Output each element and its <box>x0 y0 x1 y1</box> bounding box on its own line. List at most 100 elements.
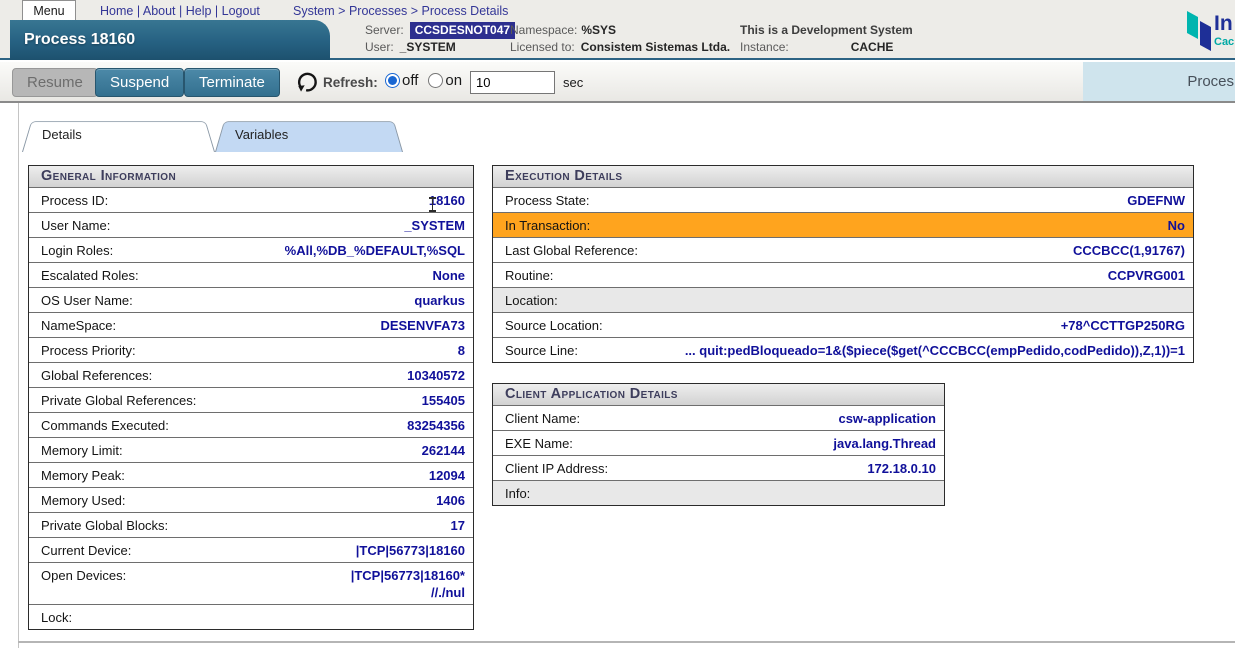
table-row: Open Devices:|TCP|56773|18160*//./nul <box>29 562 473 604</box>
table-row: OS User Name:quarkus <box>29 287 473 312</box>
row-label: Source Line: <box>505 342 578 359</box>
suspend-button[interactable]: Suspend <box>95 68 184 97</box>
namespace-label: Namespace: <box>510 22 577 39</box>
row-label: OS User Name: <box>41 292 133 309</box>
intersystems-cache-logo: In Cac <box>1185 6 1235 56</box>
refresh-interval-input[interactable] <box>470 71 555 94</box>
row-value: DESENVFA73 <box>380 317 465 334</box>
table-row: Info: <box>493 480 944 505</box>
breadcrumb-link[interactable]: System <box>293 4 335 18</box>
separator: > <box>407 4 421 18</box>
row-label: Process State: <box>505 192 590 209</box>
menu-button[interactable]: Menu <box>22 0 76 22</box>
row-label: Login Roles: <box>41 242 113 259</box>
row-label: Escalated Roles: <box>41 267 139 284</box>
table-row: Client Name: csw-application <box>493 405 944 430</box>
tab-details-label: Details <box>22 118 215 142</box>
client-application-details-title: Client Application Details <box>493 384 944 405</box>
server-label: Server: <box>365 22 404 39</box>
table-row: NameSpace: DESENVFA73 <box>29 312 473 337</box>
instance-label: Instance: <box>740 39 789 56</box>
table-row: Source Line: ... quit:pedBloqueado=1&($pi… <box>493 337 1193 362</box>
table-row: Process Priority:8 <box>29 337 473 362</box>
table-row: Escalated Roles: None <box>29 262 473 287</box>
row-label: Location: <box>505 292 558 309</box>
refresh-label: Refresh: <box>323 75 378 90</box>
nav-link[interactable]: Help <box>186 4 212 18</box>
refresh-on-label: on <box>445 72 462 89</box>
refresh-off-radio[interactable] <box>385 73 400 88</box>
row-label: In Transaction: <box>505 217 590 234</box>
table-row: Last Global Reference:CCCBCC(1,91767) <box>493 237 1193 262</box>
client-application-details-rows: Client Name:csw-applicationEXE Name:java… <box>493 405 944 505</box>
resume-button[interactable]: Resume <box>12 68 98 97</box>
table-row: Global References:10340572 <box>29 362 473 387</box>
row-label: User Name: <box>41 217 110 234</box>
table-row: Memory Limit:262144 <box>29 437 473 462</box>
row-label: Private Global Blocks: <box>41 517 168 534</box>
row-value: 1406 <box>436 492 465 509</box>
separator: | <box>133 4 143 18</box>
right-panel-title: Proces <box>1083 62 1235 101</box>
row-value: 8 <box>458 342 465 359</box>
table-row: Private Global References: 155405 <box>29 387 473 412</box>
refresh-icon[interactable] <box>296 71 318 93</box>
namespace-info-column: Namespace: %SYS Licensed to: Consistem S… <box>510 22 730 56</box>
row-label: Open Devices: <box>41 567 126 584</box>
row-value: 12094 <box>429 467 465 484</box>
row-value: 10340572 <box>407 367 465 384</box>
row-value: 172.18.0.10 <box>867 460 936 477</box>
logo-text-top: In <box>1214 12 1233 36</box>
breadcrumb-link[interactable]: Processes <box>349 4 407 18</box>
nav-link[interactable]: Logout <box>222 4 260 18</box>
row-value: 17 <box>451 517 465 534</box>
execution-details-panel: Execution Details Process State:GDEFNWIn… <box>492 165 1194 363</box>
row-label: Client IP Address: <box>505 460 608 477</box>
refresh-unit-label: sec <box>563 75 583 90</box>
tab-strip: Details Variables <box>22 118 403 152</box>
row-value: csw-application <box>838 410 936 427</box>
development-system-note: This is a Development System <box>740 22 913 39</box>
refresh-on-radio[interactable] <box>428 73 443 88</box>
breadcrumb-link[interactable]: Process Details <box>422 4 509 18</box>
user-label: User: <box>365 39 394 56</box>
row-label: Current Device: <box>41 542 131 559</box>
nav-link[interactable]: About <box>143 4 176 18</box>
logo-icon <box>1185 8 1213 54</box>
row-value: CCCBCC(1,91767) <box>1073 242 1185 259</box>
row-label: EXE Name: <box>505 435 573 452</box>
row-value: _SYSTEM <box>404 217 465 234</box>
table-row: Location: <box>493 287 1193 312</box>
refresh-radio-group: off on <box>385 72 462 89</box>
table-row: Memory Peak:12094 <box>29 462 473 487</box>
row-value: |TCP|56773|18160 <box>356 542 465 559</box>
tab-details[interactable]: Details <box>22 118 215 152</box>
row-value: CCPVRG001 <box>1108 267 1185 284</box>
separator: | <box>211 4 221 18</box>
terminate-button[interactable]: Terminate <box>184 68 280 97</box>
tab-variables-label: Variables <box>215 118 403 142</box>
table-row: Memory Used:1406 <box>29 487 473 512</box>
table-row: Login Roles: %All,%DB_%DEFAULT,%SQL <box>29 237 473 262</box>
user-value: _SYSTEM <box>400 39 456 56</box>
row-label: Source Location: <box>505 317 603 334</box>
row-label: Private Global References: <box>41 392 196 409</box>
licensed-value: Consistem Sistemas Ltda. <box>581 39 730 56</box>
row-value: 155405 <box>422 392 465 409</box>
licensed-label: Licensed to: <box>510 39 575 56</box>
tab-variables[interactable]: Variables <box>215 118 403 152</box>
general-information-title: General Information <box>29 166 473 187</box>
row-label: Client Name: <box>505 410 580 427</box>
logo-text-bottom: Cac <box>1214 36 1234 48</box>
table-row: Lock: <box>29 604 473 629</box>
page-title: Process 18160 <box>10 20 330 60</box>
row-value: ... quit:pedBloqueado=1&($piece($get(^CC… <box>685 342 1185 359</box>
toolbar: Resume Suspend Terminate Refresh: off on… <box>0 62 1235 103</box>
row-value: %All,%DB_%DEFAULT,%SQL <box>285 242 465 259</box>
nav-link[interactable]: Home <box>100 4 133 18</box>
row-value: None <box>433 267 466 284</box>
top-nav: Home | About | Help | Logout <box>100 4 260 18</box>
row-label: NameSpace: <box>41 317 116 334</box>
server-value: CCSDESNOT047 <box>410 22 515 39</box>
refresh-off-label: off <box>402 72 418 89</box>
